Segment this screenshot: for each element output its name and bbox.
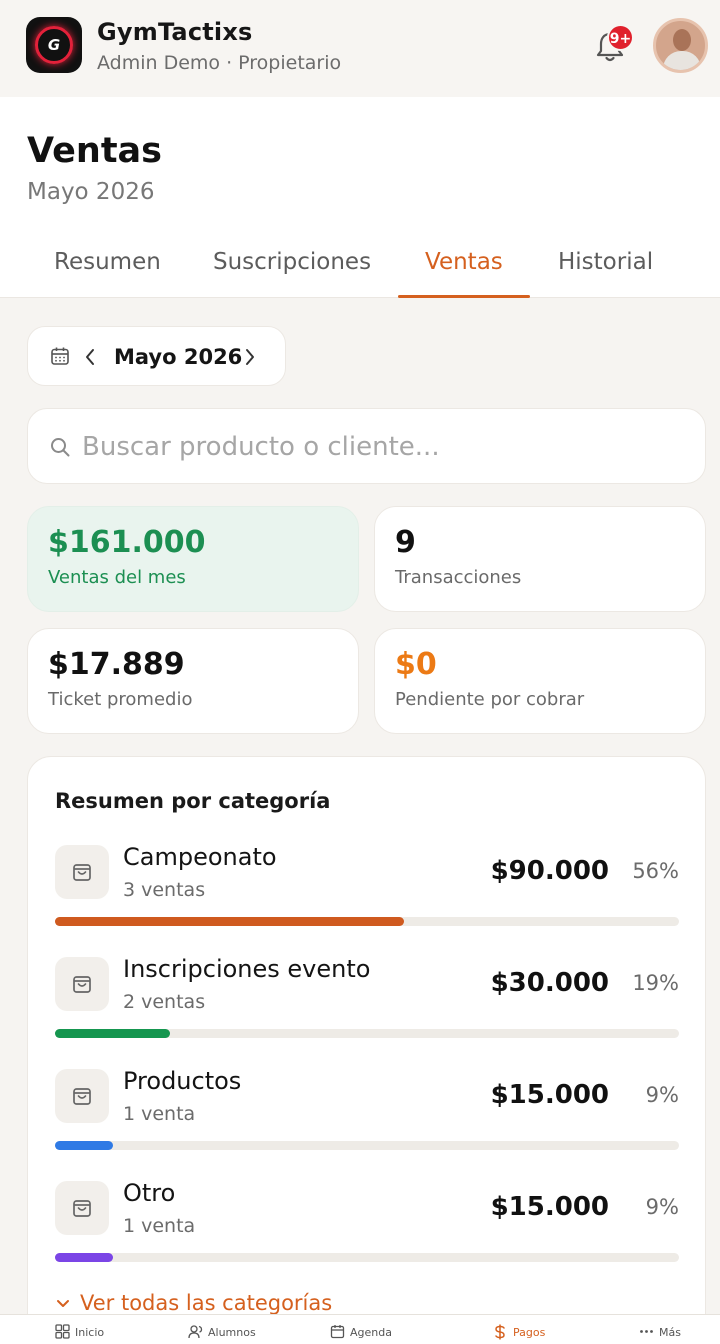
category-name: Inscripciones evento — [123, 955, 371, 983]
category-percent: 56% — [632, 859, 679, 883]
category-row-otro[interactable]: Otro 1 venta $15.000 9% — [55, 1179, 679, 1281]
chevron-down-icon — [57, 1300, 69, 1307]
shopping-bag-icon — [55, 1069, 109, 1123]
active-tab-indicator — [398, 295, 530, 298]
app-logo[interactable]: G — [26, 17, 82, 73]
category-name: Otro — [123, 1179, 176, 1207]
search-icon — [51, 438, 70, 457]
users-icon — [188, 1325, 203, 1339]
stat-value: $161.000 — [48, 525, 206, 560]
calendar-icon[interactable] — [50, 346, 70, 366]
tab-bar: Resumen Suscripciones Ventas Historial — [0, 243, 720, 298]
category-row-campeonato[interactable]: Campeonato 3 ventas $90.000 56% — [55, 843, 679, 945]
category-percent: 19% — [632, 971, 679, 995]
category-row-productos[interactable]: Productos 1 venta $15.000 9% — [55, 1067, 679, 1169]
month-selector: Mayo 2026 — [27, 326, 286, 386]
category-name: Productos — [123, 1067, 242, 1095]
see-all-categories-link[interactable]: Ver todas las categorías — [56, 1291, 332, 1315]
category-progress-track — [55, 1141, 679, 1150]
stat-label: Transacciones — [395, 567, 522, 588]
page-subtitle: Mayo 2026 — [27, 179, 155, 205]
tab-resumen[interactable]: Resumen — [54, 249, 161, 275]
stat-card-pending[interactable]: $0 Pendiente por cobrar — [374, 628, 706, 734]
month-label: Mayo 2026 — [114, 345, 243, 369]
shopping-bag-icon — [55, 957, 109, 1011]
category-progress-fill — [55, 917, 405, 926]
bottom-nav: Inicio Alumnos Agenda Pagos Más — [0, 1314, 720, 1344]
category-count: 1 venta — [123, 1215, 196, 1237]
dollar-icon — [495, 1324, 505, 1340]
app-subtitle: Admin Demo · Propietario — [97, 52, 342, 74]
chevron-right-icon[interactable] — [244, 348, 256, 366]
avatar-body — [663, 51, 701, 70]
stat-card-transactions[interactable]: 9 Transacciones — [374, 506, 706, 612]
page-title: Ventas — [27, 131, 163, 171]
logo-mark: G — [47, 36, 61, 54]
nav-label: Pagos — [513, 1326, 546, 1339]
page-header: Ventas Mayo 2026 Resumen Suscripciones V… — [0, 97, 720, 298]
chevron-left-icon[interactable] — [84, 348, 96, 366]
stat-label: Ticket promedio — [48, 689, 193, 710]
category-amount: $30.000 — [490, 968, 609, 998]
avatar-face — [673, 29, 691, 51]
category-summary-card: Resumen por categoría Campeonato 3 venta… — [27, 756, 706, 1344]
category-progress-fill — [55, 1029, 171, 1038]
category-count: 1 venta — [123, 1103, 196, 1125]
nav-label: Alumnos — [208, 1326, 256, 1339]
category-progress-track — [55, 917, 679, 926]
category-count: 2 ventas — [123, 991, 206, 1013]
stat-card-average-ticket[interactable]: $17.889 Ticket promedio — [27, 628, 359, 734]
stat-value: $0 — [395, 647, 437, 682]
nav-label: Más — [659, 1326, 681, 1339]
search-input[interactable] — [82, 427, 682, 467]
tab-historial[interactable]: Historial — [558, 249, 653, 275]
stat-card-sales[interactable]: $161.000 Ventas del mes — [27, 506, 359, 612]
category-count: 3 ventas — [123, 879, 206, 901]
see-all-label: Ver todas las categorías — [80, 1291, 333, 1315]
category-progress-fill — [55, 1253, 114, 1262]
category-percent: 9% — [645, 1195, 679, 1219]
category-percent: 9% — [645, 1083, 679, 1107]
category-name: Campeonato — [123, 843, 277, 871]
stat-label: Ventas del mes — [48, 567, 186, 588]
tab-suscripciones[interactable]: Suscripciones — [213, 249, 371, 275]
category-amount: $90.000 — [490, 856, 609, 886]
calendar-icon — [330, 1325, 345, 1339]
category-progress-track — [55, 1253, 679, 1262]
tab-ventas[interactable]: Ventas — [425, 249, 503, 275]
more-icon — [640, 1330, 653, 1333]
stat-label: Pendiente por cobrar — [395, 689, 585, 710]
stat-value: $17.889 — [48, 647, 185, 682]
shopping-bag-icon — [55, 845, 109, 899]
category-progress-fill — [55, 1141, 114, 1150]
nav-label: Inicio — [75, 1326, 105, 1339]
category-amount: $15.000 — [490, 1080, 609, 1110]
category-row-inscripciones[interactable]: Inscripciones evento 2 ventas $30.000 19… — [55, 955, 679, 1057]
shopping-bag-icon — [55, 1181, 109, 1235]
grid-icon — [55, 1324, 70, 1339]
app-name: GymTactixs — [97, 18, 253, 46]
category-progress-track — [55, 1029, 679, 1038]
search-box — [27, 408, 706, 484]
app-header: G GymTactixs Admin Demo · Propietario 9+ — [0, 0, 720, 97]
nav-label: Agenda — [350, 1326, 392, 1339]
stat-value: 9 — [395, 525, 416, 560]
avatar[interactable] — [653, 18, 708, 73]
notification-badge: 9+ — [607, 24, 634, 51]
category-summary-title: Resumen por categoría — [55, 789, 331, 813]
category-amount: $15.000 — [490, 1192, 609, 1222]
